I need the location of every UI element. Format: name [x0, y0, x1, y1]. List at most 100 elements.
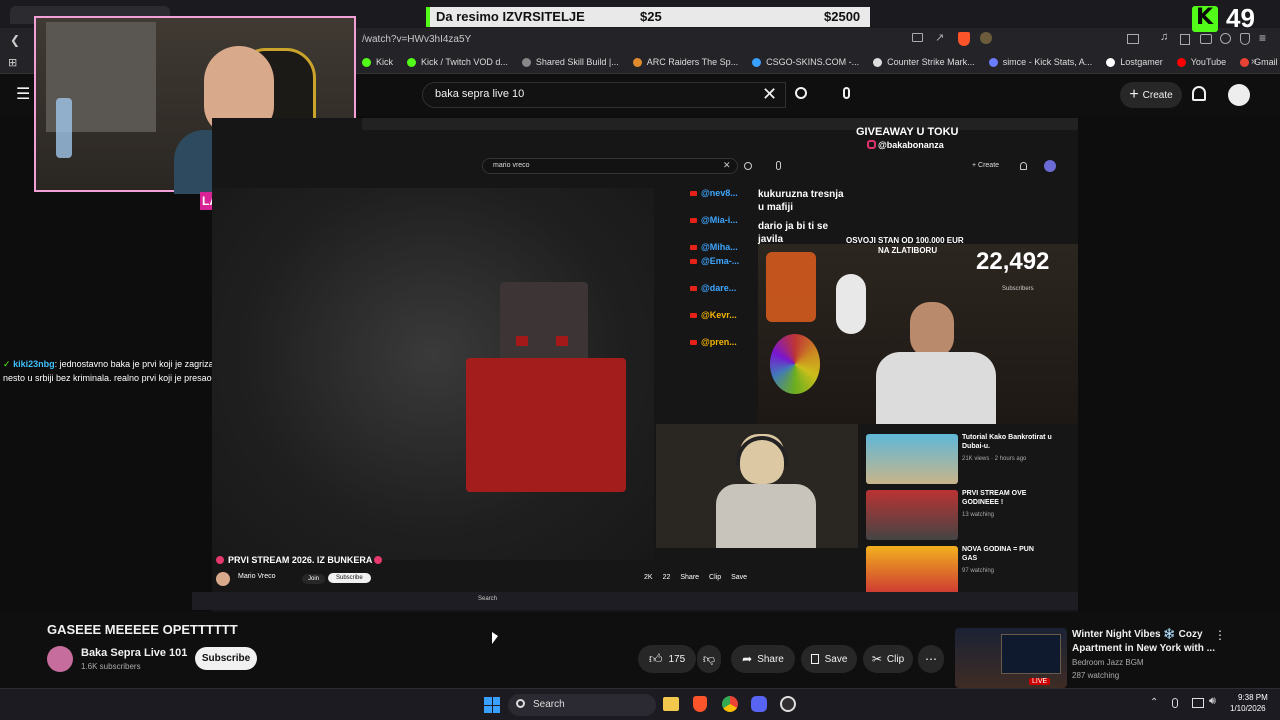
- subscribe-button[interactable]: Subscribe: [195, 647, 257, 670]
- brave-rewards-icon[interactable]: [980, 32, 992, 44]
- inner-recommendation-title2: GAS: [962, 555, 978, 562]
- channel-avatar[interactable]: [47, 646, 73, 672]
- clear-search-icon[interactable]: ✕: [762, 84, 777, 105]
- taskbar-time[interactable]: 9:38 PM: [1238, 693, 1268, 702]
- inner-recommendation-meta: 21K views · 2 hours ago: [962, 456, 1027, 462]
- obs-icon[interactable]: [780, 696, 796, 712]
- bookmark-item[interactable]: Counter Strike Mark...: [873, 57, 975, 67]
- share-button[interactable]: ➦ Share: [731, 645, 795, 673]
- file-explorer-icon[interactable]: [663, 697, 679, 711]
- share-label: Share: [757, 653, 784, 665]
- chrome-icon[interactable]: [722, 696, 738, 712]
- windows-logo-tile: [484, 705, 492, 713]
- kick-chat-username: kiki23nbg: [13, 359, 55, 369]
- cohost-snowman: [836, 274, 866, 334]
- brave-browser-icon[interactable]: [693, 696, 707, 712]
- inner-chat-username-text: @nev8...: [701, 188, 738, 198]
- kick-viewer-count: 49: [1226, 3, 1255, 33]
- channel-name[interactable]: Baka Sepra Live 101: [81, 647, 187, 659]
- apps-grid-icon[interactable]: ⊞: [8, 56, 17, 69]
- discord-icon[interactable]: [751, 696, 767, 712]
- start-button[interactable]: [484, 697, 500, 713]
- vpn-icon[interactable]: [1220, 33, 1231, 44]
- taskbar-search-box[interactable]: Search: [508, 694, 656, 716]
- inner-recommendation-meta: 13 watching: [962, 512, 995, 518]
- like-count: 175: [668, 653, 686, 665]
- taskbar-date[interactable]: 1/10/2026: [1230, 704, 1266, 713]
- youtube-badge-icon: [690, 245, 697, 250]
- inner-search-bar: mario vreco ✕: [482, 158, 738, 174]
- recommended-menu-icon[interactable]: ⋮: [1214, 628, 1226, 642]
- recommended-watching: 287 watching: [1072, 671, 1120, 680]
- dislike-button[interactable]: 👎︎: [697, 645, 721, 673]
- media-icon[interactable]: ♫: [1160, 31, 1168, 43]
- youtube-badge-icon: [690, 313, 697, 318]
- voice-search-button[interactable]: [836, 84, 858, 106]
- inner-action-bar: 2K 22 Share Clip Save: [644, 574, 747, 581]
- recommended-title-line-2[interactable]: Apartment in New York with ...: [1072, 643, 1215, 654]
- inner-taskbar: Search: [192, 592, 1078, 610]
- create-label: Create: [1142, 89, 1173, 101]
- plus-icon: +: [1129, 86, 1139, 103]
- recommended-thumbnail[interactable]: LIVE: [955, 628, 1067, 688]
- youtube-badge-icon: [690, 259, 697, 264]
- inner-search-text: mario vreco: [493, 162, 530, 169]
- microphone-icon: [843, 87, 850, 99]
- hamburger-menu-icon[interactable]: ☰: [16, 87, 30, 103]
- bookmark-item[interactable]: Kick: [362, 57, 393, 67]
- bookmark-item[interactable]: simce - Kick Stats, A...: [988, 57, 1092, 67]
- notifications-bell-icon[interactable]: [1192, 86, 1206, 101]
- recommended-channel: Bedroom Jazz BGM: [1072, 658, 1144, 667]
- inner-recommendation-thumbnail: [866, 546, 958, 596]
- bookmark-item[interactable]: ARC Raiders The Sp...: [632, 57, 738, 67]
- tray-overflow-icon[interactable]: ⌃: [1150, 697, 1158, 708]
- bookmark-item[interactable]: Shared Skill Build |...: [521, 57, 619, 67]
- brave-shield-icon[interactable]: [958, 32, 970, 46]
- avatar[interactable]: [1228, 84, 1250, 106]
- menu-icon[interactable]: ≡: [1259, 31, 1266, 45]
- live-badge-text: LIVE: [1032, 678, 1048, 685]
- cohost-person-head: [910, 302, 954, 358]
- giveaway-title: GIVEAWAY U TOKU: [856, 126, 959, 138]
- bookmark-label: Shared Skill Build |...: [535, 57, 619, 67]
- guest-webcam: [656, 424, 858, 548]
- bookmarks-overflow-icon[interactable]: »: [1251, 56, 1257, 67]
- volume-icon[interactable]: 🔊︎: [1209, 695, 1216, 708]
- share-icon[interactable]: ↗: [935, 31, 944, 44]
- inner-chat-username-text: @Kevr...: [701, 310, 737, 320]
- inner-channel-avatar: [216, 572, 230, 586]
- clip-button[interactable]: ✂ Clip: [863, 645, 913, 673]
- sidebar-toggle-icon[interactable]: [1127, 34, 1139, 44]
- create-button[interactable]: + Create: [1120, 82, 1182, 108]
- recommended-title-line-1[interactable]: Winter Night Vibes ❄️ Cozy: [1072, 629, 1203, 640]
- instagram-icon: [867, 140, 876, 149]
- more-actions-button[interactable]: ⋯: [918, 645, 944, 673]
- goal-title: Da resimo IZVRSITELJE: [436, 9, 585, 24]
- bookmark-item[interactable]: YouTube: [1176, 57, 1226, 67]
- cast-icon[interactable]: [912, 33, 923, 42]
- bookmark-item[interactable]: CSGO-SKINS.COM -...: [752, 57, 859, 67]
- search-input[interactable]: baka sepra live 10: [422, 82, 786, 108]
- youtube-badge-icon: [690, 191, 697, 196]
- like-button[interactable]: 👍︎ 175: [638, 645, 696, 673]
- shield-icon[interactable]: [1240, 33, 1250, 45]
- network-icon[interactable]: [1192, 698, 1204, 708]
- bookmark-item[interactable]: Gmail: [1240, 57, 1278, 67]
- reading-list-icon[interactable]: [1180, 34, 1190, 45]
- stan-overlay-line-2: NA ZLATIBORU: [878, 246, 938, 255]
- search-button[interactable]: [786, 82, 818, 108]
- url-text[interactable]: /watch?v=HWv3hI4za5Y: [362, 34, 471, 45]
- bookmark-favicon-icon: [873, 57, 883, 67]
- back-icon[interactable]: ❮: [10, 33, 20, 47]
- inner-subscribe-button: Subscribe: [328, 573, 371, 583]
- save-button[interactable]: Save: [801, 645, 857, 673]
- wallet-icon[interactable]: [1200, 34, 1212, 44]
- inner-chat-msg-2a: dario ja bi ti se: [758, 221, 829, 232]
- bookmark-item[interactable]: Lostgamer: [1106, 57, 1163, 67]
- bookmark-item[interactable]: Kick / Twitch VOD d...: [407, 57, 508, 67]
- inner-recommendation-item: Tutorial Kako Bankrotirat u Dubai-u. 21K v…: [866, 434, 1078, 490]
- kick-k-glyph: K: [1196, 5, 1214, 30]
- bookmark-favicon-icon: [1106, 57, 1116, 67]
- giveaway-handle: @bakabonanza: [878, 140, 944, 150]
- microphone-tray-icon[interactable]: [1172, 698, 1178, 708]
